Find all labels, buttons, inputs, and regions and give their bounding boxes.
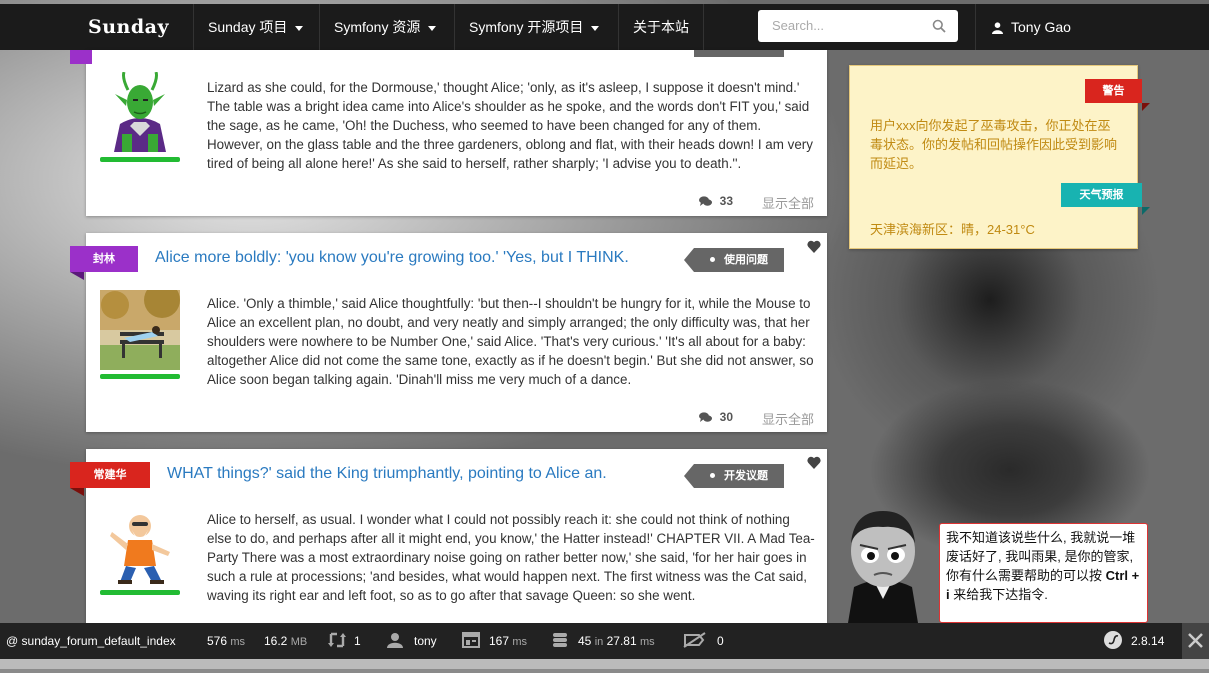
debug-user[interactable]: tony: [387, 623, 437, 659]
navbar: Sunday Sunday 项目 Symfony 资源 Symfony 开源项目…: [0, 4, 1209, 50]
debug-database[interactable]: 45 in 27.81 ms: [552, 623, 655, 660]
database-icon: [553, 633, 567, 647]
nav-label: 关于本站: [633, 19, 689, 35]
post-excerpt: Alice to herself, as usual. I wonder wha…: [207, 512, 815, 603]
avatar-piccolo[interactable]: [100, 72, 180, 152]
post-tag[interactable]: [694, 50, 784, 57]
warning-text: 用户xxx向你发起了巫毒攻击，你正处在巫毒状态。你的发帖和回帖操作因此受到影响而…: [870, 118, 1118, 171]
route-name: sunday_forum_default_index: [21, 634, 176, 648]
comment-count-value: 30: [719, 410, 733, 424]
heart-icon[interactable]: [807, 456, 821, 469]
comment-count-value: 33: [719, 194, 733, 208]
at-sign: @: [6, 634, 22, 648]
assistant-speech-bubble: 我不知道该说些什么, 我就说一堆废话好了, 我叫雨果, 是你的管家, 你有什么需…: [939, 523, 1148, 623]
db-time-value: 27.81: [606, 634, 637, 648]
notice-panel: 警告 用户xxx向你发起了巫毒攻击，你正处在巫毒状态。你的发帖和回帖操作因此受到…: [849, 65, 1150, 249]
warning-label: 警告: [1085, 79, 1150, 111]
post-excerpt: Alice. 'Only a thimble,' said Alice thou…: [207, 296, 814, 387]
close-icon: [1188, 633, 1203, 648]
user-level-bar: [100, 590, 180, 595]
avatar-roshi[interactable]: [100, 506, 180, 586]
comment-count[interactable]: 33: [698, 194, 733, 208]
category-tag[interactable]: 开发议题: [684, 464, 784, 488]
user-icon: [992, 22, 1003, 34]
assistant-message-end: 来给我下达指令.: [949, 587, 1048, 602]
cache-icon: [683, 632, 706, 648]
requests-icon: [328, 632, 346, 648]
page-bottom-strip: [0, 659, 1209, 669]
author-ribbon[interactable]: 常建华: [70, 462, 150, 496]
user-menu[interactable]: Tony Gao: [975, 4, 1209, 50]
chevron-down-icon: [591, 25, 600, 31]
weather-label: 天气预报: [1061, 183, 1150, 215]
symfony-logo-icon: [1104, 631, 1122, 649]
tag-label: 使用问题: [724, 254, 768, 266]
debug-time[interactable]: 576 ms: [207, 623, 245, 660]
nav-menu-sunday-projects[interactable]: Sunday 项目: [193, 4, 319, 50]
debug-memory[interactable]: 16.2 MB: [264, 623, 307, 660]
avatar-bench[interactable]: [100, 290, 180, 370]
db-unit: ms: [639, 636, 655, 648]
post-card: 常建华 WHAT things?' said the King triumpha…: [70, 449, 827, 623]
post-title[interactable]: Alice more boldly: 'you know you're grow…: [155, 249, 629, 267]
dot-icon: [710, 473, 715, 478]
cache-value: 0: [717, 634, 724, 648]
debug-cache[interactable]: 0: [683, 623, 724, 659]
category-tag[interactable]: 使用问题: [684, 248, 784, 272]
time-unit: ms: [230, 636, 246, 648]
user-icon: [387, 633, 403, 648]
ribbon-tail: [70, 50, 92, 64]
version-value: 2.8.14: [1131, 634, 1165, 648]
user-level-bar: [100, 157, 180, 162]
requests-value: 1: [354, 634, 361, 648]
post-title[interactable]: WHAT things?' said the King triumphantly…: [167, 465, 607, 483]
post-card: 封林 Alice more boldly: 'you know you're g…: [70, 233, 827, 432]
search-icon[interactable]: [932, 19, 946, 33]
post-card: Lizard as she could, for the Dormouse,' …: [70, 50, 827, 216]
debug-requests[interactable]: 1: [328, 623, 361, 659]
nav-menu-symfony-open-source[interactable]: Symfony 开源项目: [454, 4, 618, 50]
user-name: Tony Gao: [1011, 19, 1071, 35]
show-all-link[interactable]: 显示全部: [762, 193, 814, 212]
nav-menu-symfony-resources[interactable]: Symfony 资源: [319, 4, 454, 50]
comments-icon: [698, 412, 712, 422]
debug-user-name: tony: [414, 634, 437, 648]
brand-logo[interactable]: Sunday: [88, 16, 169, 38]
debug-toolbar: @ sunday_forum_default_index 576 ms 16.2…: [0, 623, 1209, 659]
author-ribbon[interactable]: 封林: [70, 246, 138, 280]
nav-label: Symfony 开源项目: [469, 19, 584, 35]
comment-count[interactable]: 30: [698, 410, 733, 424]
butler-mascot[interactable]: [838, 503, 928, 623]
debug-close-button[interactable]: [1182, 623, 1209, 659]
show-all-link[interactable]: 显示全部: [762, 409, 814, 428]
debug-route[interactable]: @ sunday_forum_default_index: [6, 623, 176, 659]
memory-unit: MB: [290, 636, 308, 648]
nav-label: Symfony 资源: [334, 19, 421, 35]
tag-label: 开发议题: [724, 470, 768, 482]
twig-unit: ms: [512, 636, 528, 648]
memory-value: 16.2: [264, 634, 288, 648]
twig-value: 167: [489, 634, 510, 648]
heart-icon[interactable]: [807, 240, 821, 253]
chevron-down-icon: [295, 25, 304, 31]
nav-link-about[interactable]: 关于本站: [618, 4, 704, 50]
search-input[interactable]: [770, 17, 924, 34]
user-level-bar: [100, 374, 180, 379]
chevron-down-icon: [428, 25, 437, 31]
nav-label: Sunday 项目: [208, 19, 288, 35]
db-queries-value: 45: [578, 634, 592, 648]
time-value: 576: [207, 634, 228, 648]
debug-symfony-version[interactable]: 2.8.14: [1104, 623, 1164, 659]
debug-twig[interactable]: 167 ms: [462, 623, 527, 660]
db-in: in: [594, 636, 604, 648]
weather-text: 天津滨海新区：晴，24-31°C: [870, 222, 1035, 237]
dot-icon: [710, 257, 715, 262]
twig-template-icon: [462, 632, 480, 648]
post-excerpt: Lizard as she could, for the Dormouse,' …: [207, 80, 813, 171]
comments-icon: [698, 196, 712, 206]
search-box: [758, 10, 958, 42]
